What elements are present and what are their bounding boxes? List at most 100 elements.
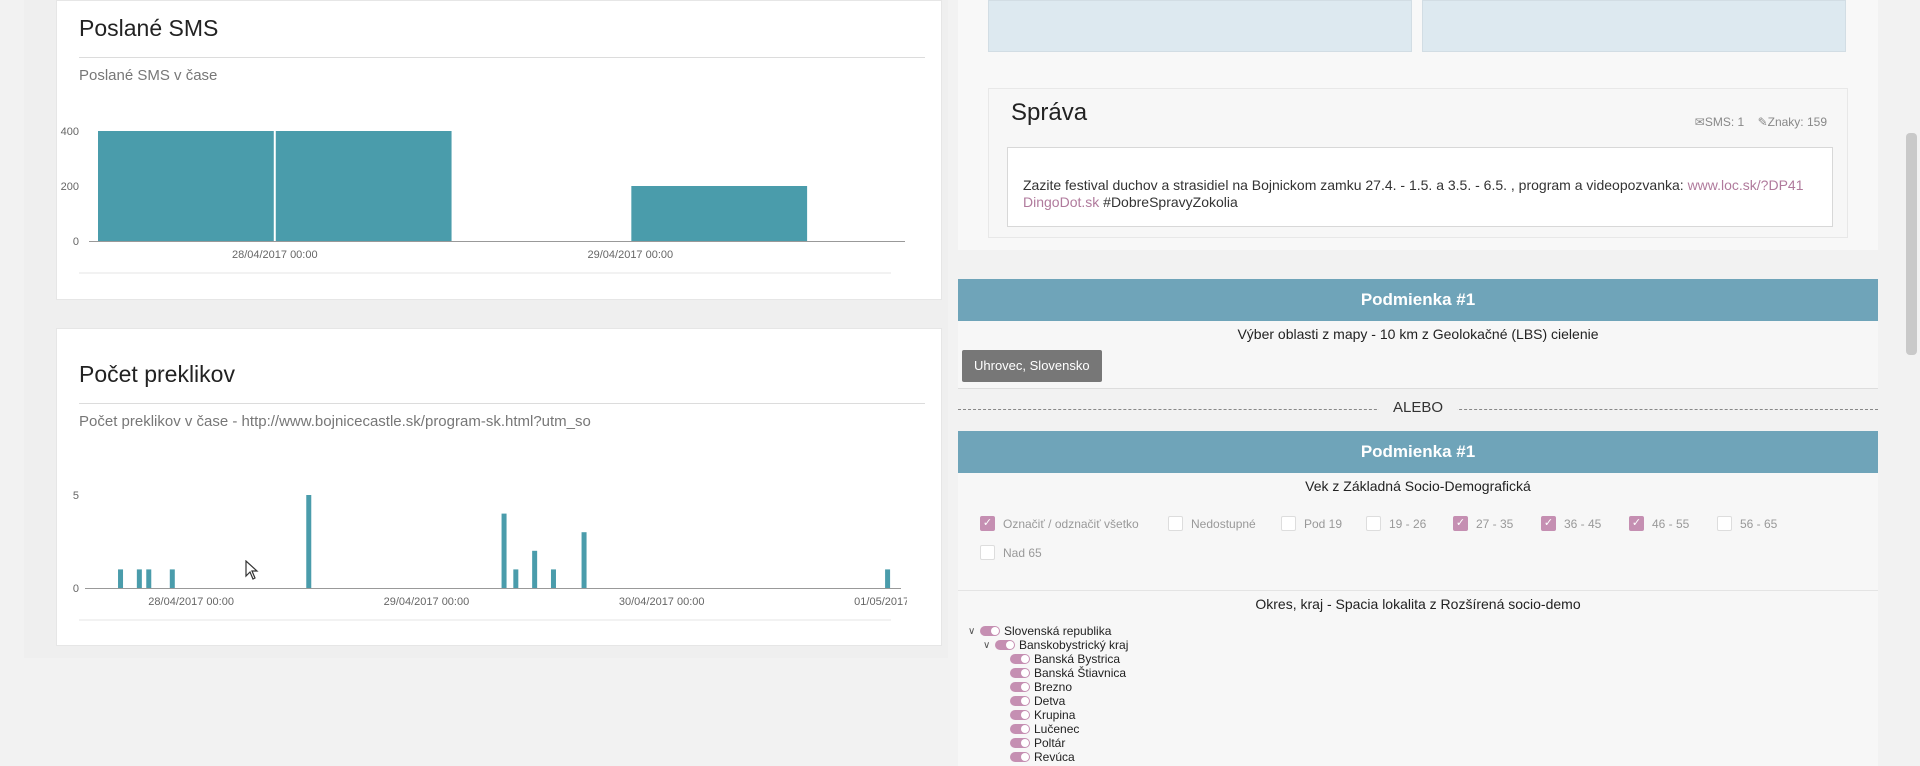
- chart-bar: [631, 186, 808, 241]
- message-link[interactable]: www.loc.sk/?DP41: [1688, 177, 1804, 193]
- chart-bar: [885, 569, 891, 588]
- message-card: Správa ✉SMS: 1 ✎Znaky: 159 Zazite festiv…: [988, 88, 1848, 238]
- toggle-icon[interactable]: [1010, 710, 1030, 720]
- checkbox-icon[interactable]: [1717, 516, 1732, 531]
- preview-box-right: [1422, 0, 1846, 52]
- page-scrollbar[interactable]: [1904, 0, 1920, 766]
- campaign-column: Správa ✉SMS: 1 ✎Znaky: 159 Zazite festiv…: [958, 0, 1878, 766]
- age-option-19-26[interactable]: 19 - 26: [1366, 516, 1426, 531]
- clicks-panel: Počet preklikov Počet preklikov v čase -…: [56, 328, 942, 646]
- chart-bar: [501, 513, 507, 588]
- message-link-2[interactable]: DingoDot.sk: [1023, 194, 1099, 210]
- checkbox-icon[interactable]: [980, 545, 995, 560]
- clicks-panel-title: Počet preklikov: [79, 361, 235, 387]
- message-text-box: Zazite festival duchov a strasidiel na B…: [1007, 147, 1833, 227]
- message-title: Správa: [1011, 99, 1088, 126]
- chart-bar: [136, 569, 142, 588]
- mouse-cursor-icon: [245, 560, 259, 580]
- or-separator: ALEBO: [958, 399, 1878, 416]
- sms-panel: Poslané SMS Poslané SMS v čase 0 200 400 28…: [56, 0, 942, 300]
- x-tick-label: 28/04/2017 00:00: [232, 249, 318, 261]
- toggle-icon[interactable]: [1010, 668, 1030, 678]
- toggle-icon[interactable]: [1010, 654, 1030, 664]
- age-section-divider: [958, 590, 1878, 592]
- toggle-icon[interactable]: [1010, 696, 1030, 706]
- chart-bar: [513, 569, 519, 588]
- chart-bar: [306, 495, 312, 588]
- age-option-under-19[interactable]: Pod 19: [1281, 516, 1342, 531]
- x-tick-label: 29/04/2017 00:00: [588, 249, 674, 261]
- condition-1-header: Podmienka #1: [958, 279, 1878, 321]
- checkbox-checked-icon[interactable]: ✓: [1541, 516, 1556, 531]
- toggle-icon[interactable]: [1010, 752, 1030, 762]
- y-tick-label: 400: [61, 126, 79, 138]
- condition-2-header: Podmienka #1: [958, 431, 1878, 473]
- sms-count: SMS: 1: [1704, 115, 1745, 129]
- tree-district[interactable]: Revúca: [1010, 750, 1075, 764]
- toggle-icon[interactable]: [995, 640, 1015, 650]
- checkbox-icon[interactable]: [1168, 516, 1183, 531]
- checkbox-icon[interactable]: [1281, 516, 1296, 531]
- scrollbar-thumb[interactable]: [1906, 133, 1917, 355]
- message-meta: ✉SMS: 1 ✎Znaky: 159: [1695, 115, 1827, 129]
- chart-bar: [169, 569, 175, 588]
- message-text: Zazite festival duchov a strasidiel na B…: [1023, 177, 1688, 193]
- clicks-chart: 0 5 28/04/2017 00:00 29/04/2017 00:00 30/04/…: [73, 490, 907, 621]
- chart-bar: [146, 569, 152, 588]
- y-tick-label: 200: [61, 181, 79, 193]
- sms-chart: 0 200 400 28/04/2017 00:00 29/04/2017 00:00: [61, 126, 905, 274]
- condition-1-bottom-line: [958, 388, 1878, 390]
- x-tick-label: 30/04/2017 00:00: [619, 596, 705, 608]
- toggle-icon[interactable]: [980, 626, 1000, 636]
- tree-district[interactable]: Brezno: [1010, 680, 1072, 694]
- toggle-icon[interactable]: [1010, 682, 1030, 692]
- age-option-27-35[interactable]: ✓ 27 - 35: [1453, 516, 1513, 531]
- x-tick-label: 01/05/2017 00:00: [854, 596, 907, 608]
- chart-bar: [550, 569, 556, 588]
- age-option-46-55[interactable]: ✓ 46 - 55: [1629, 516, 1689, 531]
- checkbox-checked-icon[interactable]: ✓: [1629, 516, 1644, 531]
- tree-district[interactable]: Detva: [1010, 694, 1065, 708]
- chart-bar: [581, 532, 587, 588]
- chart-bar: [98, 131, 274, 241]
- chevron-down-icon[interactable]: ∨: [968, 626, 980, 637]
- y-tick-label: 5: [73, 490, 79, 502]
- location-tag[interactable]: Uhrovec, Slovensko: [962, 350, 1102, 382]
- x-tick-label: 29/04/2017 00:00: [384, 596, 470, 608]
- tree-root[interactable]: ∨ Slovenská republika: [968, 624, 1111, 638]
- condition-2-description: Vek z Základná Socio-Demografická: [1305, 478, 1531, 494]
- or-separator-label: ALEBO: [1378, 399, 1458, 416]
- age-option-over-65[interactable]: Nad 65: [980, 545, 1042, 560]
- tree-district[interactable]: Krupina: [1010, 708, 1075, 722]
- checkbox-checked-icon[interactable]: ✓: [980, 516, 995, 531]
- region-title: Okres, kraj - Spacia lokalita z Rozšíren…: [1255, 596, 1581, 612]
- chevron-down-icon[interactable]: ∨: [983, 640, 995, 651]
- y-tick-label: 0: [73, 236, 79, 248]
- age-option-56-65[interactable]: 56 - 65: [1717, 516, 1777, 531]
- age-option-unavailable[interactable]: Nedostupné: [1168, 516, 1256, 531]
- checkbox-icon[interactable]: [1366, 516, 1381, 531]
- message-hashtag: #DobreSpravyZokolia: [1099, 194, 1238, 210]
- tree-district[interactable]: Banská Štiavnica: [1010, 666, 1126, 680]
- clicks-panel-divider: [79, 403, 925, 404]
- clicks-panel-subtitle: Počet preklikov v čase - http://www.bojn…: [79, 413, 591, 430]
- toggle-icon[interactable]: [1010, 738, 1030, 748]
- stats-column: Poslané SMS Poslané SMS v čase 0 200 400 28…: [24, 0, 948, 658]
- condition-1-description: Výber oblasti z mapy - 10 km z Geolokačn…: [1237, 326, 1599, 342]
- toggle-icon[interactable]: [1010, 724, 1030, 734]
- chart-bar: [118, 569, 124, 588]
- comment-icon: ✉: [1694, 115, 1705, 129]
- message-section: Správa ✉SMS: 1 ✎Znaky: 159 Zazite festiv…: [958, 0, 1878, 250]
- tree-region[interactable]: ∨ Banskobystrický kraj: [983, 638, 1128, 652]
- tree-district[interactable]: Poltár: [1010, 736, 1065, 750]
- age-option-all[interactable]: ✓ Označiť / odznačiť všetko: [980, 516, 1139, 531]
- checkbox-checked-icon[interactable]: ✓: [1453, 516, 1468, 531]
- sms-panel-title: Poslané SMS: [79, 15, 219, 41]
- age-option-36-45[interactable]: ✓ 36 - 45: [1541, 516, 1601, 531]
- tree-district[interactable]: Banská Bystrica: [1010, 652, 1120, 666]
- chart-bar: [532, 550, 538, 588]
- tree-district[interactable]: Lučenec: [1010, 722, 1079, 736]
- y-tick-label: 0: [73, 583, 79, 595]
- chars-count: Znaky: 159: [1767, 115, 1827, 129]
- sms-panel-divider: [79, 57, 925, 58]
